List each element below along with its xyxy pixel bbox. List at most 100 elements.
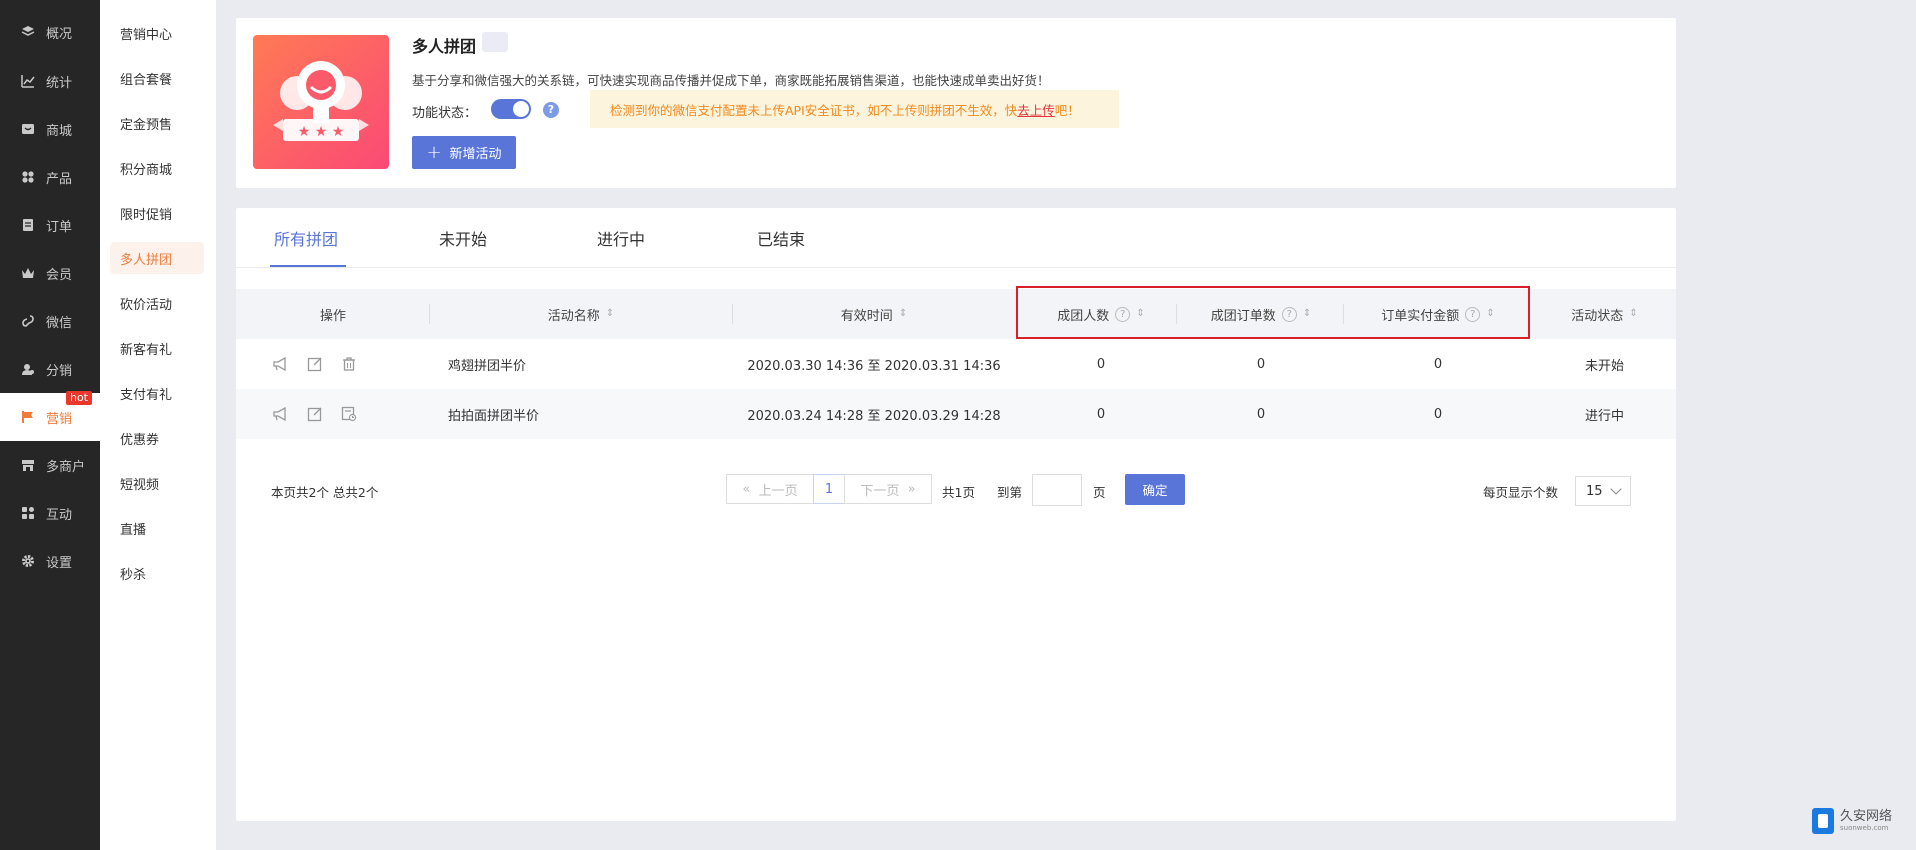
- sort-icon[interactable]: ⇕: [899, 309, 907, 319]
- nav-item-orders[interactable]: 订单: [0, 201, 100, 249]
- warning-text: 检测到你的微信支付配置未上传API安全证书，如不上传则拼团不生效，快: [610, 102, 1018, 118]
- prev-page-label: 上一页: [758, 483, 798, 499]
- double-chevron-left-icon: «: [742, 481, 759, 497]
- feature-status-label: 功能状态：: [412, 106, 478, 121]
- order-icon: [20, 217, 36, 233]
- nav-label: 分销: [46, 363, 73, 379]
- subnav-item[interactable]: 短视频: [110, 467, 204, 499]
- certificate-warning: 检测到你的微信支付配置未上传API安全证书，如不上传则拼团不生效，快 去上传 吧！: [590, 90, 1119, 128]
- group-buy-banner-image: ★ ★ ★: [253, 35, 389, 169]
- tab-not-started[interactable]: 未开始: [439, 226, 487, 250]
- plus-icon: +: [426, 142, 442, 163]
- subnav-item[interactable]: 砍价活动: [110, 287, 204, 319]
- flag-icon: [20, 409, 36, 425]
- upload-link[interactable]: 去上传: [1017, 100, 1055, 119]
- activity-status: 未开始: [1584, 358, 1624, 374]
- main-nav: 概况 统计 商城 产品 订单 会员 微信 分销 营销 hot 多商户 互动 设置: [0, 0, 100, 850]
- edit-icon[interactable]: [306, 355, 324, 373]
- distribution-icon: [20, 361, 36, 377]
- nav-item-overview[interactable]: 概况: [0, 8, 100, 56]
- nav-label: 商城: [46, 123, 73, 139]
- activity-name: 鸡翅拼团半价: [448, 358, 527, 374]
- end-activity-icon[interactable]: [340, 405, 358, 423]
- column-status[interactable]: 活动状态 ⇕: [1533, 289, 1676, 339]
- nav-item-marketing[interactable]: 营销 hot: [0, 391, 100, 441]
- row-actions: [272, 389, 358, 439]
- subnav-item[interactable]: 秒杀: [110, 557, 204, 589]
- table-header: 操作 活动名称 ⇕ 有效时间 ⇕ 成团人数? ⇕ 成团订单数? ⇕ 订单实付金额? ⇕ 活…: [236, 286, 1676, 339]
- subnav-item-group-buy[interactable]: 多人拼团: [110, 242, 204, 274]
- delete-icon[interactable]: [340, 355, 358, 373]
- status-tabs: 所有拼团 未开始 进行中 已结束: [236, 208, 1676, 268]
- page-title: 多人拼团: [412, 37, 477, 56]
- watermark-domain: suonweb.com: [1840, 824, 1889, 832]
- group-people: 0: [1096, 406, 1106, 422]
- nav-label: 多商户: [46, 459, 86, 475]
- goto-confirm-button[interactable]: 确定: [1125, 474, 1185, 505]
- column-label: 活动状态: [1571, 308, 1624, 324]
- group-orders: 0: [1256, 406, 1266, 422]
- nav-label: 统计: [46, 75, 73, 91]
- subnav-item[interactable]: 营销中心: [110, 17, 204, 49]
- crown-icon: [20, 265, 36, 281]
- chart-icon: [20, 73, 36, 89]
- nav-item-wechat[interactable]: 微信: [0, 297, 100, 345]
- subnav-item[interactable]: 支付有礼: [110, 377, 204, 409]
- nav-label: 营销: [46, 411, 73, 427]
- nav-item-mall[interactable]: 商城: [0, 105, 100, 153]
- wechat-icon: [20, 313, 36, 329]
- page-unit-label: 页: [1093, 485, 1106, 500]
- subnav-item[interactable]: 直播: [110, 512, 204, 544]
- subnav-item[interactable]: 定金预售: [110, 107, 204, 139]
- chevron-down-icon: [1610, 483, 1622, 495]
- page-number-button[interactable]: 1: [813, 474, 845, 504]
- edit-icon[interactable]: [306, 405, 324, 423]
- layers-icon: [20, 24, 36, 40]
- activity-list-card: 所有拼团 未开始 进行中 已结束 操作 活动名称 ⇕ 有效时间 ⇕ 成团人数? ⇕ 成…: [236, 208, 1676, 821]
- group-people: 0: [1096, 356, 1106, 372]
- per-page-select[interactable]: 15: [1575, 476, 1631, 506]
- subnav-item[interactable]: 新客有礼: [110, 332, 204, 364]
- warning-text-suffix: 吧！: [1054, 102, 1080, 118]
- nav-item-members[interactable]: 会员: [0, 249, 100, 297]
- paid-amount: 0: [1433, 356, 1443, 372]
- nav-item-distribution[interactable]: 分销: [0, 345, 100, 393]
- subnav-item[interactable]: 积分商城: [110, 152, 204, 184]
- nav-label: 产品: [46, 171, 73, 187]
- nav-item-interaction[interactable]: 互动: [0, 489, 100, 537]
- subnav-item[interactable]: 限时促销: [110, 197, 204, 229]
- nav-item-multi-merchant[interactable]: 多商户: [0, 441, 100, 489]
- tab-in-progress[interactable]: 进行中: [597, 226, 645, 250]
- title-tag-blurred: [482, 32, 508, 52]
- add-activity-label: 新增活动: [449, 147, 502, 162]
- promote-icon[interactable]: [272, 355, 290, 373]
- active-tab-indicator: [270, 265, 346, 267]
- nav-label: 会员: [46, 267, 73, 283]
- subnav-item[interactable]: 组合套餐: [110, 62, 204, 94]
- nav-item-products[interactable]: 产品: [0, 153, 100, 201]
- column-label: 活动名称: [547, 308, 600, 324]
- nav-item-stats[interactable]: 统计: [0, 57, 100, 105]
- help-icon[interactable]: ?: [543, 102, 559, 118]
- promote-icon[interactable]: [272, 405, 290, 423]
- nav-item-settings[interactable]: 设置: [0, 537, 100, 585]
- feature-status-toggle[interactable]: [491, 99, 531, 119]
- goto-page-input[interactable]: [1032, 474, 1082, 506]
- activity-status: 进行中: [1584, 408, 1624, 424]
- tab-all[interactable]: 所有拼团: [274, 226, 338, 250]
- add-activity-button[interactable]: + 新增活动: [412, 136, 516, 169]
- sort-icon[interactable]: ⇕: [1629, 309, 1637, 319]
- sort-icon[interactable]: ⇕: [606, 309, 614, 319]
- subnav-item[interactable]: 优惠券: [110, 422, 204, 454]
- column-valid-time[interactable]: 有效时间 ⇕: [732, 289, 1016, 339]
- column-label: 操作: [319, 308, 346, 324]
- tab-ended[interactable]: 已结束: [757, 226, 805, 250]
- watermark-logo-icon: [1812, 808, 1834, 834]
- prev-page-button[interactable]: « 上一页: [726, 474, 814, 504]
- store-icon: [20, 121, 36, 137]
- table-row: 鸡翅拼团半价 2020.03.30 14:36 至 2020.03.31 14:…: [236, 339, 1676, 389]
- goto-label: 到第: [997, 485, 1023, 500]
- per-page-value: 15: [1586, 483, 1603, 499]
- next-page-button[interactable]: 下一页 »: [844, 474, 932, 504]
- column-name[interactable]: 活动名称 ⇕: [430, 289, 732, 339]
